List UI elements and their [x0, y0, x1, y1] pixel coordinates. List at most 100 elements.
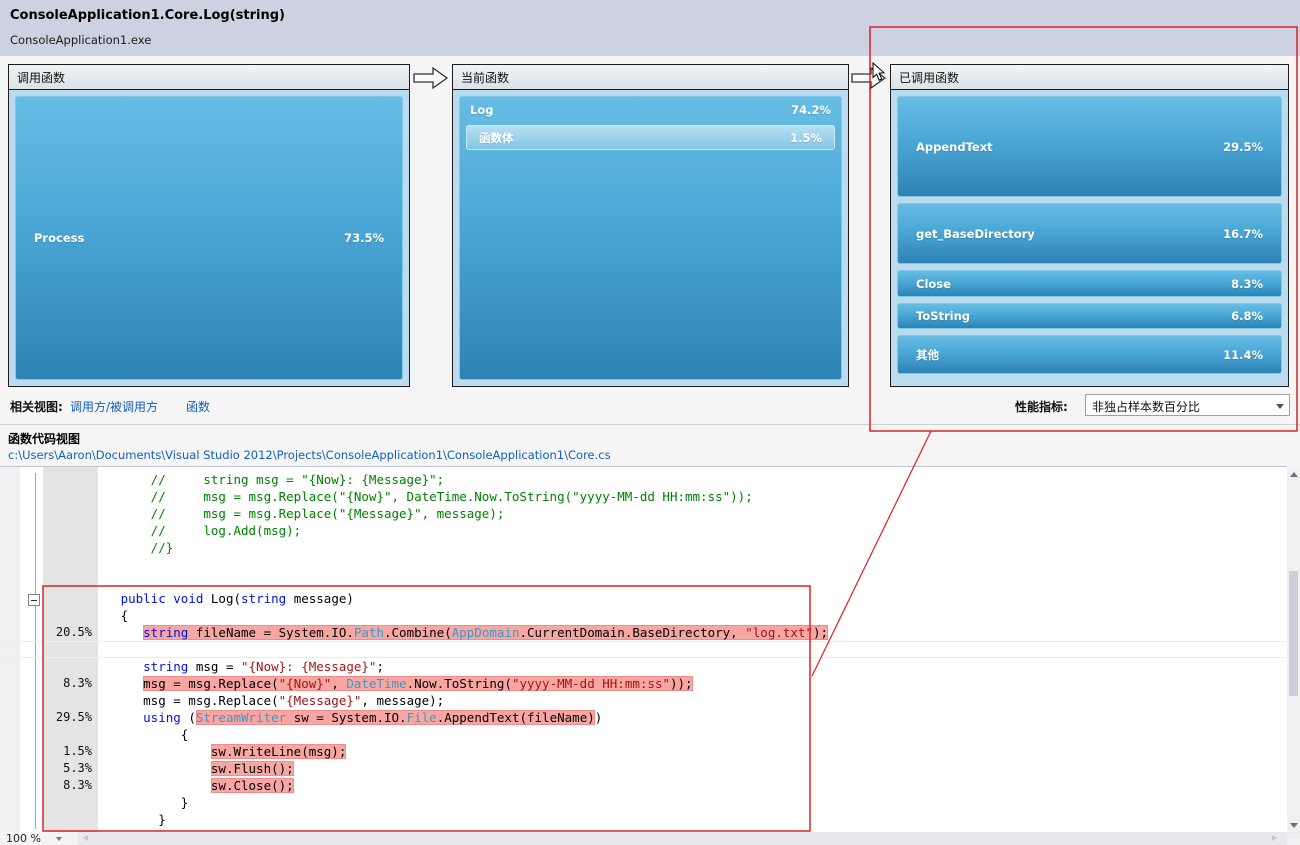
related-views-label: 相关视图: [10, 398, 63, 415]
function-details-view: ConsoleApplication1.Core.Log(string) Con… [0, 0, 1300, 845]
code-text: } [98, 794, 1287, 811]
panel-calling-functions-body: Process 73.5% [9, 90, 409, 386]
panel-current-function-body: Log 74.2% 函数体 1.5% [453, 90, 848, 386]
flow-arrow-icon [413, 65, 449, 91]
line-percent [0, 505, 98, 522]
metric-label: 性能指标: [1015, 398, 1068, 415]
code-line: 29.5% using (StreamWriter sw = System.IO… [0, 709, 1287, 726]
code-text [98, 556, 1287, 573]
code-line: // log.Add(msg); [0, 522, 1287, 539]
callee-box[interactable]: get_BaseDirectory16.7% [897, 203, 1282, 264]
metric-selected-value: 非独占样本数百分比 [1092, 398, 1200, 415]
line-percent [0, 726, 98, 743]
scroll-left-icon[interactable] [83, 835, 88, 841]
code-text: } [98, 811, 1287, 828]
code-line: msg = msg.Replace("{Message}", message); [0, 692, 1287, 709]
section-divider [0, 424, 1300, 425]
callee-box[interactable]: 其他11.4% [897, 335, 1282, 374]
caller-callee-view-link[interactable]: 调用方/被调用方 [70, 398, 158, 415]
panel-calling-functions: 调用函数 Process 73.5% [8, 64, 410, 387]
scroll-right-icon[interactable] [1272, 835, 1277, 841]
code-line: { [0, 726, 1287, 743]
code-text [98, 642, 1287, 657]
line-percent: 5.3% [0, 760, 98, 777]
module-name: ConsoleApplication1.exe [10, 33, 151, 47]
source-file-path-link[interactable]: c:\Users\Aaron\Documents\Visual Studio 2… [8, 448, 611, 462]
line-percent [0, 607, 98, 624]
metric-dropdown[interactable]: 非独占样本数百分比 [1085, 394, 1290, 416]
code-line: //} [0, 539, 1287, 556]
code-text: sw.Close(); [98, 777, 1287, 794]
code-line: // msg = msg.Replace("{Now}", DateTime.N… [0, 488, 1287, 505]
callee-label: AppendText [916, 140, 993, 154]
caller-value: 73.5% [344, 231, 384, 245]
code-line: 5.3% sw.Flush(); [0, 760, 1287, 777]
code-line: } [0, 811, 1287, 828]
code-text: using (StreamWriter sw = System.IO.File.… [98, 709, 1287, 726]
callee-value: 29.5% [1223, 140, 1263, 154]
line-percent [0, 794, 98, 811]
function-body-value: 1.5% [790, 131, 822, 145]
callee-value: 11.4% [1223, 348, 1263, 362]
line-percent [0, 692, 98, 709]
line-percent [0, 556, 98, 573]
caller-box-process[interactable]: Process 73.5% [15, 96, 403, 380]
functions-view-link[interactable]: 函数 [186, 398, 210, 415]
line-percent [0, 811, 98, 828]
code-line [0, 641, 1287, 658]
scroll-down-icon[interactable] [1290, 823, 1298, 828]
code-line: 20.5% string fileName = System.IO.Path.C… [0, 624, 1287, 641]
code-line: string msg = "{Now}: {Message}"; [0, 658, 1287, 675]
editor-bottom-bar: 100 % [0, 832, 1300, 845]
callee-label: get_BaseDirectory [916, 227, 1035, 241]
panel-calling-functions-title: 调用函数 [9, 65, 409, 90]
line-percent [0, 573, 98, 590]
code-line: 1.5% sw.WriteLine(msg); [0, 743, 1287, 760]
code-line: 8.3% sw.Close(); [0, 777, 1287, 794]
callee-box[interactable]: AppendText 29.5% [897, 96, 1282, 197]
current-function-label: Log [470, 103, 493, 117]
zoom-level-dropdown[interactable]: 100 % [0, 832, 78, 845]
panel-current-function: 当前函数 Log 74.2% 函数体 1.5% [452, 64, 849, 387]
mouse-cursor-icon [872, 62, 886, 82]
code-text: // string msg = "{Now}: {Message}"; [98, 471, 1287, 488]
chevron-down-icon [1276, 404, 1284, 409]
function-body-box[interactable]: 函数体 1.5% [466, 125, 835, 150]
code-line: // string msg = "{Now}: {Message}"; [0, 471, 1287, 488]
callee-box[interactable]: Close8.3% [897, 270, 1282, 297]
code-text: // msg = msg.Replace("{Now}", DateTime.N… [98, 488, 1287, 505]
scroll-up-icon[interactable] [1290, 472, 1298, 477]
vertical-scrollbar[interactable] [1287, 467, 1300, 833]
code-text: string msg = "{Now}: {Message}"; [98, 658, 1287, 675]
line-percent [0, 471, 98, 488]
callee-label: ToString [916, 309, 970, 323]
collapse-region-toggle[interactable] [28, 594, 40, 606]
code-text: string fileName = System.IO.Path.Combine… [98, 624, 1287, 641]
code-line: 8.3% msg = msg.Replace("{Now}", DateTime… [0, 675, 1287, 692]
function-title: ConsoleApplication1.Core.Log(string) [10, 8, 285, 23]
callee-value: 6.8% [1231, 309, 1263, 323]
line-percent [0, 642, 98, 657]
panel-called-functions-title: 已调用函数 [891, 65, 1288, 90]
line-percent: 8.3% [0, 777, 98, 794]
code-text: sw.Flush(); [98, 760, 1287, 777]
code-editor: // string msg = "{Now}: {Message}"; // m… [0, 466, 1287, 833]
vertical-scrollbar-thumb[interactable] [1289, 571, 1298, 696]
code-view-title: 函数代码视图 [8, 430, 80, 447]
zoom-level-value: 100 % [6, 832, 41, 845]
panel-current-function-title: 当前函数 [453, 65, 848, 90]
code-text: public void Log(string message) [98, 590, 1287, 607]
line-percent [0, 590, 98, 607]
code-text: { [98, 726, 1287, 743]
callee-box[interactable]: ToString 6.8% [897, 303, 1282, 329]
current-function-box-log[interactable]: Log 74.2% 函数体 1.5% [459, 96, 842, 380]
line-percent: 8.3% [0, 675, 98, 692]
chevron-down-icon [56, 837, 62, 841]
code-text: msg = msg.Replace("{Message}", message); [98, 692, 1287, 709]
line-percent [0, 522, 98, 539]
code-text: { [98, 607, 1287, 624]
code-text [98, 573, 1287, 590]
code-line [0, 573, 1287, 590]
current-function-value: 74.2% [791, 103, 831, 117]
code-text: msg = msg.Replace("{Now}", DateTime.Now.… [98, 675, 1287, 692]
